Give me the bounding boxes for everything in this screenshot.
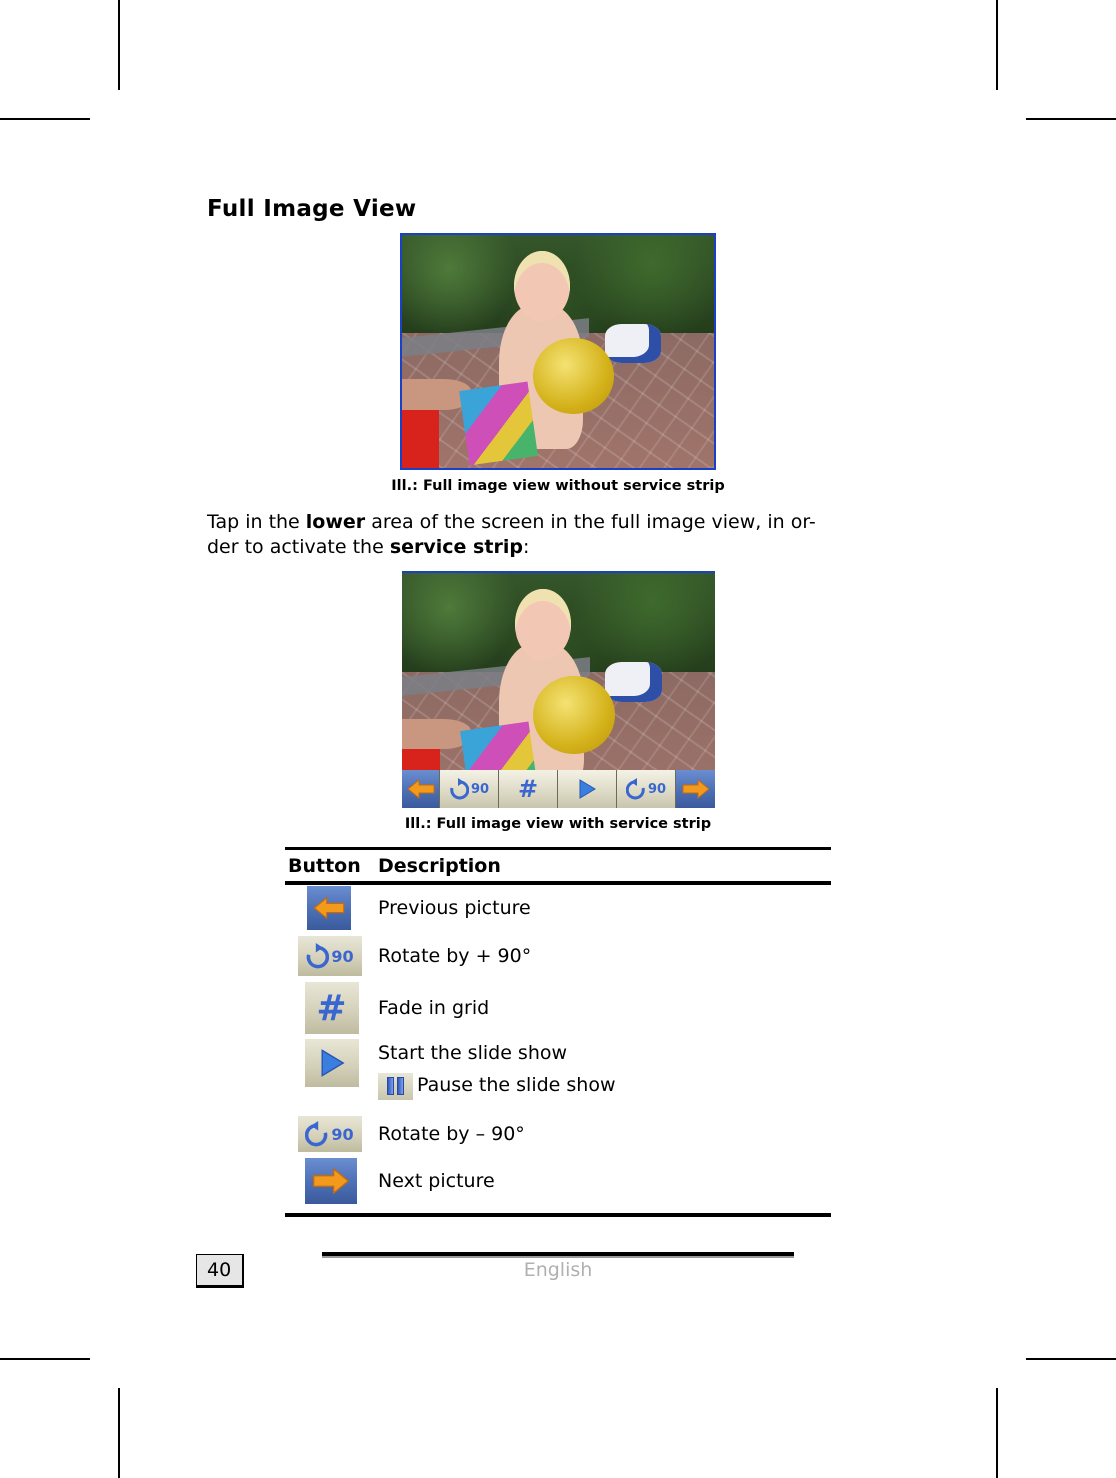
row-description: Rotate by + 90° [378,945,532,967]
table-row: Next picture [285,1153,831,1209]
figure-caption: Ill.: Full image view without service st… [391,478,725,494]
service-strip: 90 # 90 [402,770,715,808]
instruction-text: Tap in the [207,511,306,533]
icon-cell: 90 [285,936,378,976]
photo-balloon [533,676,615,754]
next-picture-button[interactable] [676,770,715,808]
footer-rule [322,1252,794,1258]
row-description: Previous picture [378,897,531,919]
table-rule [285,1213,831,1217]
instruction-emphasis: service strip [389,536,523,558]
grid-icon: # [316,987,347,1029]
photo-bag [605,662,662,703]
crop-mark [996,0,998,90]
previous-picture-icon-button [306,886,351,930]
slideshow-button[interactable] [558,770,617,808]
rotate-clockwise-icon [307,943,330,969]
row-description: Rotate by – 90° [378,1123,525,1145]
row-description: Start the slide show [378,1042,568,1064]
figure-caption: Ill.: Full image view with service strip [404,816,712,832]
row-description-group: Start the slide show Pause the slide sho… [378,1039,831,1101]
table-row: 90 Rotate by – 90° [285,1115,831,1153]
row-description: Next picture [378,1170,495,1192]
photo-gift [459,382,538,466]
play-icon [321,1049,345,1077]
instruction-emphasis: lower [305,511,366,533]
pause-icon [378,1072,413,1100]
play-icon [579,779,596,799]
grid-button[interactable]: # [499,770,558,808]
instruction-text: der to activate the [207,536,390,558]
rotate-minus-90-button[interactable]: 90 [617,770,676,808]
pause-bar [387,1077,394,1095]
crop-mark [996,1388,998,1478]
table-row: # Fade in grid [285,981,831,1035]
previous-picture-button[interactable] [402,770,440,808]
arrow-right-icon [312,1167,349,1195]
row-description: Fade in grid [378,997,490,1019]
row-sub-description: Pause the slide show [417,1074,616,1096]
next-picture-icon-button [304,1158,357,1204]
instruction-text: : [522,536,530,558]
rotate-amount-label: 90 [470,781,490,797]
crop-mark [1026,118,1116,120]
page-number: 40 [196,1254,244,1288]
icon-cell: # [285,982,378,1034]
icon-cell [285,1039,378,1087]
table-row: Start the slide show Pause the slide sho… [285,1035,831,1115]
crop-mark [1026,1358,1116,1360]
table-row: 90 Rotate by + 90° [285,931,831,981]
rotate-plus-90-button[interactable]: 90 [440,770,499,808]
rotate-amount-label: 90 [331,946,354,966]
crop-mark [118,1388,120,1478]
rotate-counterclockwise-icon [305,1121,328,1147]
instruction-text: area of the screen in the full image vie… [365,511,816,533]
rotate-counterclockwise-icon [625,778,645,800]
grid-icon-button: # [304,982,359,1034]
full-image-photo [400,233,716,470]
rotate-amount-label: 90 [647,781,667,797]
grid-icon: # [517,775,539,803]
icon-cell: 90 [285,1116,378,1152]
table-row: Previous picture [285,885,831,931]
row-sub-description-line: Pause the slide show [378,1069,831,1101]
arrow-left-icon [312,896,344,920]
photo-child-head [514,589,571,660]
arrow-left-icon [406,779,434,799]
full-image-photo-with-strip: 90 # 90 [402,571,715,808]
rotate-amount-label: 90 [331,1124,354,1144]
column-header-button: Button [288,854,361,877]
icon-cell [285,886,378,930]
rotate-plus-90-icon-button: 90 [297,936,362,976]
table-header: Button Description [285,850,831,881]
footer-language: English [523,1259,593,1281]
crop-mark [0,1358,90,1360]
photo-bag [604,323,661,364]
button-description-table: Button Description Previous picture 90 R… [285,847,831,1217]
page-title: Full Image View [207,196,417,222]
icon-cell [285,1158,378,1204]
pause-bar [397,1077,404,1095]
arrow-right-icon [682,779,710,799]
rotate-minus-90-icon-button: 90 [297,1116,362,1152]
instruction-paragraph: Tap in the lower area of the screen in t… [207,510,877,560]
column-header-description: Description [378,854,501,877]
crop-mark [0,118,90,120]
rotate-clockwise-icon [450,778,469,800]
photo-balloon [533,337,615,415]
crop-mark [118,0,120,90]
slideshow-icon-button [304,1039,359,1087]
photo-scene [402,235,714,468]
